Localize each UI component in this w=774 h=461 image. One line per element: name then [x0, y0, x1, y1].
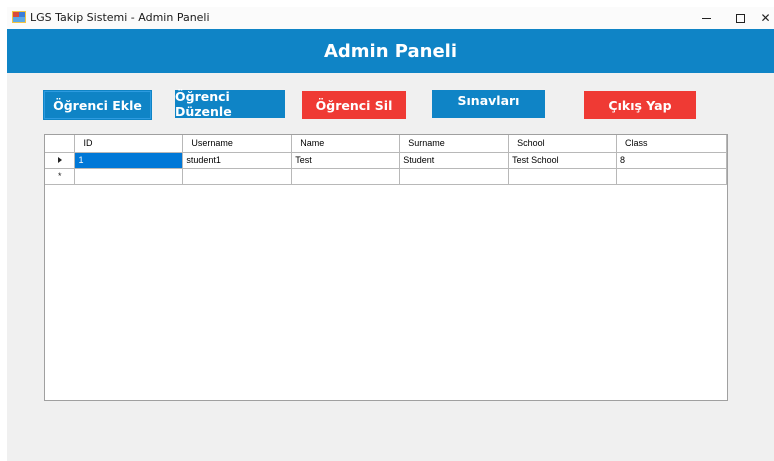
cell-surname[interactable]: Student	[399, 151, 510, 169]
page-title: Admin Paneli	[323, 41, 458, 62]
cell-name[interactable]: Test	[291, 151, 401, 169]
exams-button[interactable]: Sınavları	[432, 90, 545, 118]
students-table: ID Username Name Surname School Class 1 …	[45, 135, 727, 185]
close-icon: ✕	[760, 11, 771, 25]
column-header-school[interactable]: School	[508, 135, 618, 153]
new-row-header[interactable]: *	[45, 167, 76, 185]
new-row[interactable]: *	[45, 167, 727, 185]
maximize-button[interactable]	[723, 7, 757, 29]
cell-class[interactable]: 8	[616, 151, 727, 169]
new-cell-name[interactable]	[291, 167, 401, 185]
table-row[interactable]: 1 student1 Test Student Test School 8	[45, 151, 727, 169]
window-title: LGS Takip Sistemi - Admin Paneli	[30, 11, 210, 24]
new-cell-surname[interactable]	[399, 167, 510, 185]
title-bar: LGS Takip Sistemi - Admin Paneli ✕	[7, 7, 774, 29]
new-cell-id[interactable]	[74, 167, 184, 185]
column-header-surname[interactable]: Surname	[399, 135, 510, 153]
delete-student-button[interactable]: Öğrenci Sil	[302, 91, 406, 119]
column-header-name[interactable]: Name	[291, 135, 401, 153]
cell-school[interactable]: Test School	[508, 151, 618, 169]
new-cell-username[interactable]	[182, 167, 293, 185]
app-icon	[12, 11, 26, 23]
minimize-button[interactable]	[689, 7, 723, 29]
maximize-icon	[735, 13, 745, 23]
grid-header-row: ID Username Name Surname School Class	[45, 135, 727, 153]
app-window: LGS Takip Sistemi - Admin Paneli ✕ Admin…	[7, 7, 774, 461]
new-cell-school[interactable]	[508, 167, 618, 185]
logout-button[interactable]: Çıkış Yap	[584, 91, 696, 119]
cell-username[interactable]: student1	[182, 151, 293, 169]
close-button[interactable]: ✕	[757, 7, 774, 29]
row-header[interactable]	[45, 151, 76, 169]
current-row-arrow-icon	[57, 157, 62, 163]
new-row-star-icon: *	[57, 171, 62, 181]
header-banner: Admin Paneli	[7, 29, 774, 73]
cell-id[interactable]: 1	[74, 151, 184, 169]
column-header-id[interactable]: ID	[74, 135, 184, 153]
new-cell-class[interactable]	[616, 167, 727, 185]
add-student-button[interactable]: Öğrenci Ekle	[44, 91, 151, 119]
edit-student-button[interactable]: Öğrenci Düzenle	[175, 89, 285, 119]
students-grid[interactable]: ID Username Name Surname School Class 1 …	[44, 134, 728, 401]
corner-header	[45, 135, 76, 153]
minimize-icon	[701, 17, 711, 19]
column-header-username[interactable]: Username	[182, 135, 293, 153]
column-header-class[interactable]: Class	[616, 135, 727, 153]
